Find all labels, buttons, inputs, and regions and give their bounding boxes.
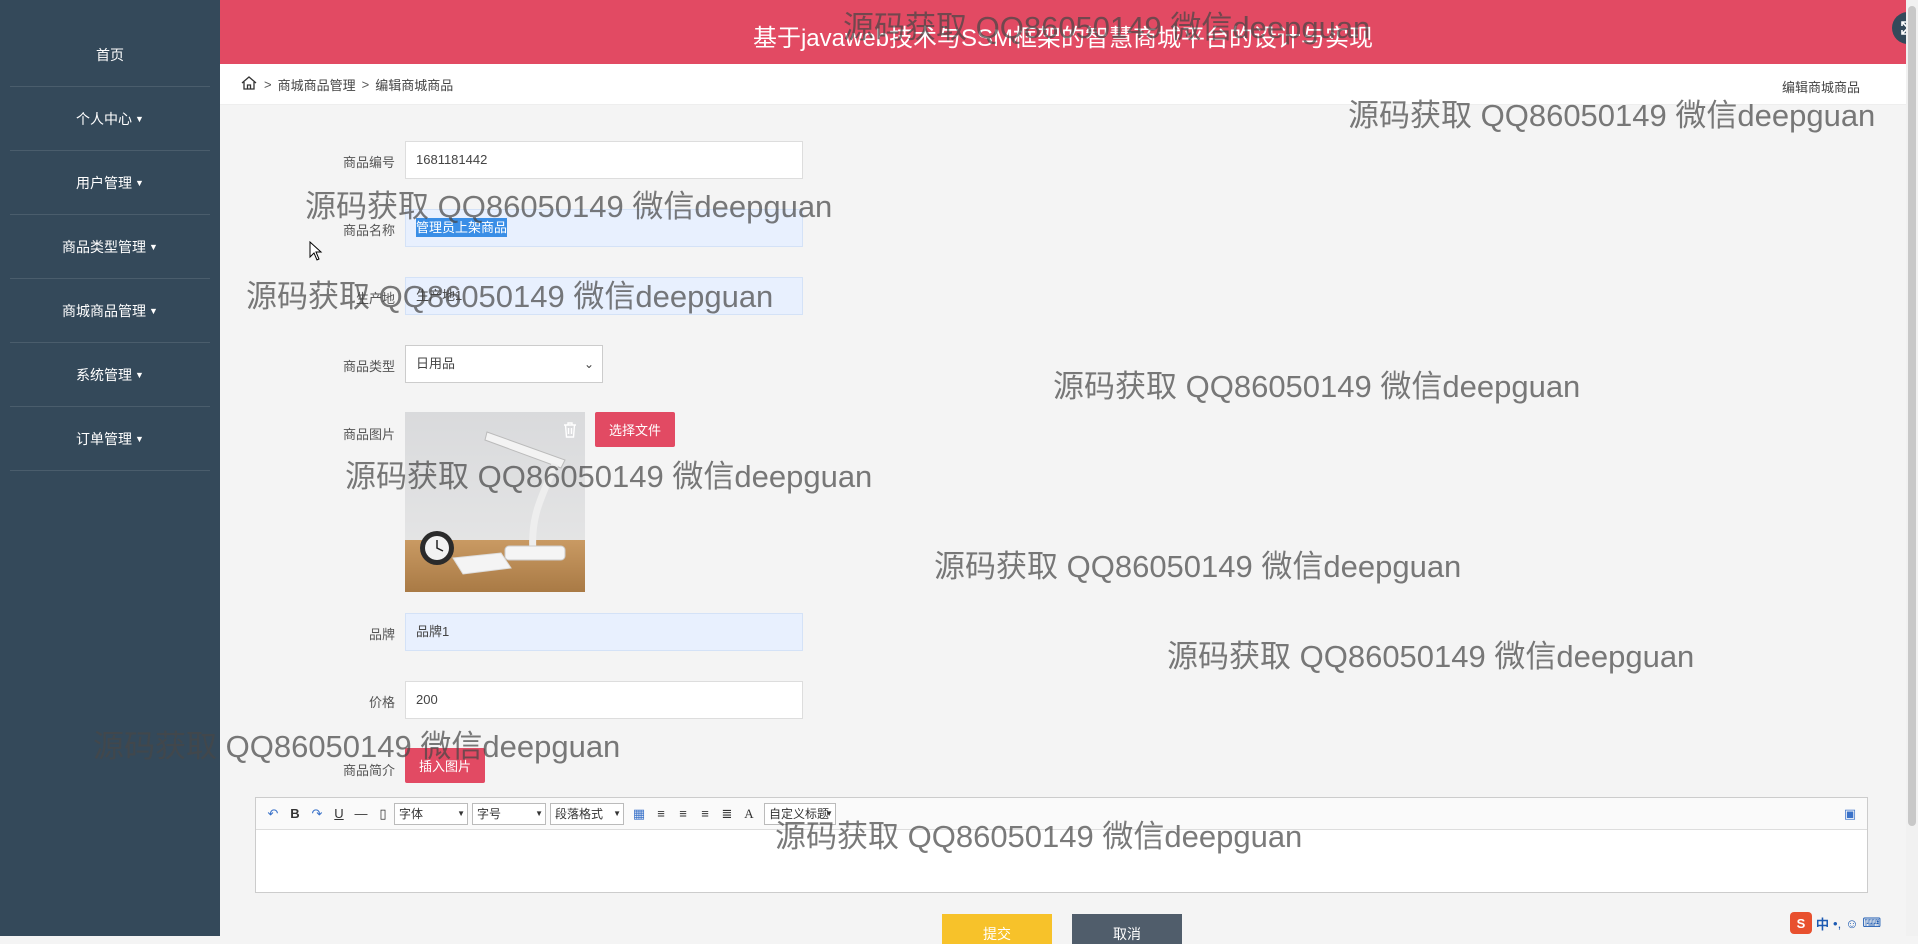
watermark: 源码获取 QQ86050149 微信deepguan (1053, 369, 1581, 404)
caret-down-icon: ▼ (149, 305, 158, 316)
align-center-icon[interactable]: ≡ (694, 803, 716, 825)
redo-icon[interactable]: ↷ (306, 803, 328, 825)
sidebar-item-user-management[interactable]: 用户管理 ▼ (10, 151, 210, 215)
rich-text-editor[interactable]: ↶ B ↷ U — ▯ 字体 ▼ 字号 ▼ 段落格式 ▼ ▦ ≡ ≡ ≡ ≣ A 自定… (255, 797, 1868, 893)
document-icon[interactable]: ▯ (372, 803, 394, 825)
align-right-icon[interactable]: ≡ (672, 803, 694, 825)
ime-language[interactable]: 中 (1816, 914, 1829, 933)
font-color-icon[interactable]: A (738, 803, 760, 825)
align-justify-icon[interactable]: ≣ (716, 803, 738, 825)
sidebar-item-label: 商城商品管理 (62, 302, 147, 319)
custom-title-value: 自定义标题 (769, 807, 830, 821)
sidebar-item-label: 系统管理 (76, 366, 133, 383)
punctuation-icon[interactable]: •, (1833, 916, 1841, 931)
sidebar-item-mall-product-management[interactable]: 商城商品管理 ▼ (10, 279, 210, 343)
name-label: 商品名称 (342, 223, 395, 238)
brand-input[interactable]: 品牌1 (405, 613, 803, 651)
breadcrumb-bar: > 商城商品管理 > 编辑商城商品 编辑商城商品 (220, 64, 1906, 105)
sidebar-item-personal-center[interactable]: 个人中心 ▼ (10, 87, 210, 151)
font-size-select[interactable]: 字号 ▼ (472, 802, 546, 825)
underline-icon[interactable]: U (328, 803, 350, 825)
chevron-down-icon: ▼ (613, 809, 621, 818)
paragraph-format-select[interactable]: 段落格式 ▼ (550, 802, 624, 825)
app-title: 基于javaweb技术与SSM框架的智慧商城平台的设计与实现 (752, 25, 1374, 52)
sidebar-item-order-management[interactable]: 订单管理 ▼ (10, 407, 210, 471)
editor-toolbar: ↶ B ↷ U — ▯ 字体 ▼ 字号 ▼ 段落格式 ▼ ▦ ≡ ≡ ≡ ≣ A 自定… (256, 798, 1867, 830)
horizontal-rule-icon[interactable]: — (350, 803, 372, 825)
sidebar-item-product-type-management[interactable]: 商品类型管理 ▼ (10, 215, 210, 279)
type-label: 商品类型 (342, 359, 395, 374)
origin-label: 生产地 (355, 291, 395, 306)
name-input[interactable]: 管理员上架商品 (405, 209, 803, 247)
image-label: 商品图片 (342, 427, 395, 442)
price-label: 价格 (368, 695, 395, 710)
custom-title-select[interactable]: 自定义标题 ▼ (764, 802, 836, 825)
ime-toolbar[interactable]: S 中 •, ☺ ⌨ (1790, 912, 1881, 934)
sidebar-item-label: 订单管理 (76, 430, 133, 447)
watermark: 源码获取 QQ86050149 微信deepguan (1167, 639, 1695, 674)
chevron-down-icon: ▼ (825, 809, 833, 818)
undo-icon[interactable]: ↶ (262, 803, 284, 825)
code-label: 商品编号 (342, 155, 395, 170)
emoji-icon[interactable]: ☺ (1845, 916, 1858, 931)
scrollbar-thumb[interactable] (1908, 6, 1916, 826)
type-select[interactable]: 日用品 ⌄ (405, 345, 603, 383)
font-size-value: 字号 (477, 807, 502, 821)
paragraph-format-value: 段落格式 (555, 807, 604, 821)
sidebar-item-system-management[interactable]: 系统管理 ▼ (10, 343, 210, 407)
price-input[interactable]: 200 (405, 681, 803, 719)
choose-file-button[interactable]: 选择文件 (595, 412, 675, 447)
caret-down-icon: ▼ (135, 113, 144, 124)
sogou-ime-icon[interactable]: S (1790, 912, 1812, 934)
code-input[interactable]: 1681181442 (405, 141, 803, 179)
sidebar-item-label: 用户管理 (76, 174, 133, 191)
header: 基于javaweb技术与SSM框架的智慧商城平台的设计与实现 (220, 0, 1918, 64)
cancel-button[interactable]: 取消 (1072, 914, 1182, 944)
breadcrumb-separator: > (361, 77, 370, 92)
caret-down-icon: ▼ (135, 177, 144, 188)
insert-image-button[interactable]: 插入图片 (405, 748, 485, 783)
sidebar-item-home[interactable]: 首页 (10, 23, 210, 87)
watermark: 源码获取 QQ86050149 微信deepguan (934, 549, 1462, 584)
breadcrumb-separator: > (264, 77, 272, 92)
bold-icon[interactable]: B (284, 803, 306, 825)
submit-button[interactable]: 提交 (942, 914, 1052, 944)
intro-label: 商品简介 (342, 763, 395, 778)
sidebar-item-label: 首页 (96, 46, 124, 63)
caret-down-icon: ▼ (135, 369, 144, 380)
align-left-icon[interactable]: ≡ (650, 803, 672, 825)
breadcrumb: > 商城商品管理 > 编辑商城商品 (240, 75, 453, 94)
font-family-select[interactable]: 字体 ▼ (394, 802, 468, 825)
brand-label: 品牌 (368, 627, 395, 642)
table-icon[interactable]: ▦ (628, 803, 650, 825)
keyboard-icon[interactable]: ⌨ (1862, 915, 1881, 931)
chevron-down-icon: ▼ (535, 809, 543, 818)
sidebar-item-label: 个人中心 (76, 110, 133, 127)
caret-down-icon: ▼ (135, 433, 144, 444)
sidebar: 首页 个人中心 ▼ 用户管理 ▼ 商品类型管理 ▼ 商城商品管理 ▼ 系统管理 ▼ 订单管… (0, 0, 220, 936)
home-icon[interactable] (240, 75, 258, 94)
breadcrumb-item: 编辑商城商品 (375, 78, 454, 93)
type-select-value: 日用品 (416, 356, 456, 371)
chevron-down-icon: ▼ (457, 809, 465, 818)
fullscreen-editor-icon[interactable]: ▣ (1839, 803, 1861, 825)
chevron-down-icon: ⌄ (583, 357, 594, 371)
origin-input[interactable]: 生产地1 (405, 277, 803, 315)
font-family-value: 字体 (399, 807, 424, 821)
page-scrollbar[interactable] (1906, 0, 1918, 936)
selected-text: 管理员上架商品 (416, 218, 508, 237)
caret-down-icon: ▼ (149, 241, 158, 252)
mouse-cursor-icon (309, 240, 323, 264)
page-title: 编辑商城商品 (1781, 80, 1860, 95)
breadcrumb-item[interactable]: 商城商品管理 (278, 75, 356, 94)
delete-icon[interactable] (558, 418, 582, 442)
sidebar-item-label: 商品类型管理 (62, 238, 147, 255)
